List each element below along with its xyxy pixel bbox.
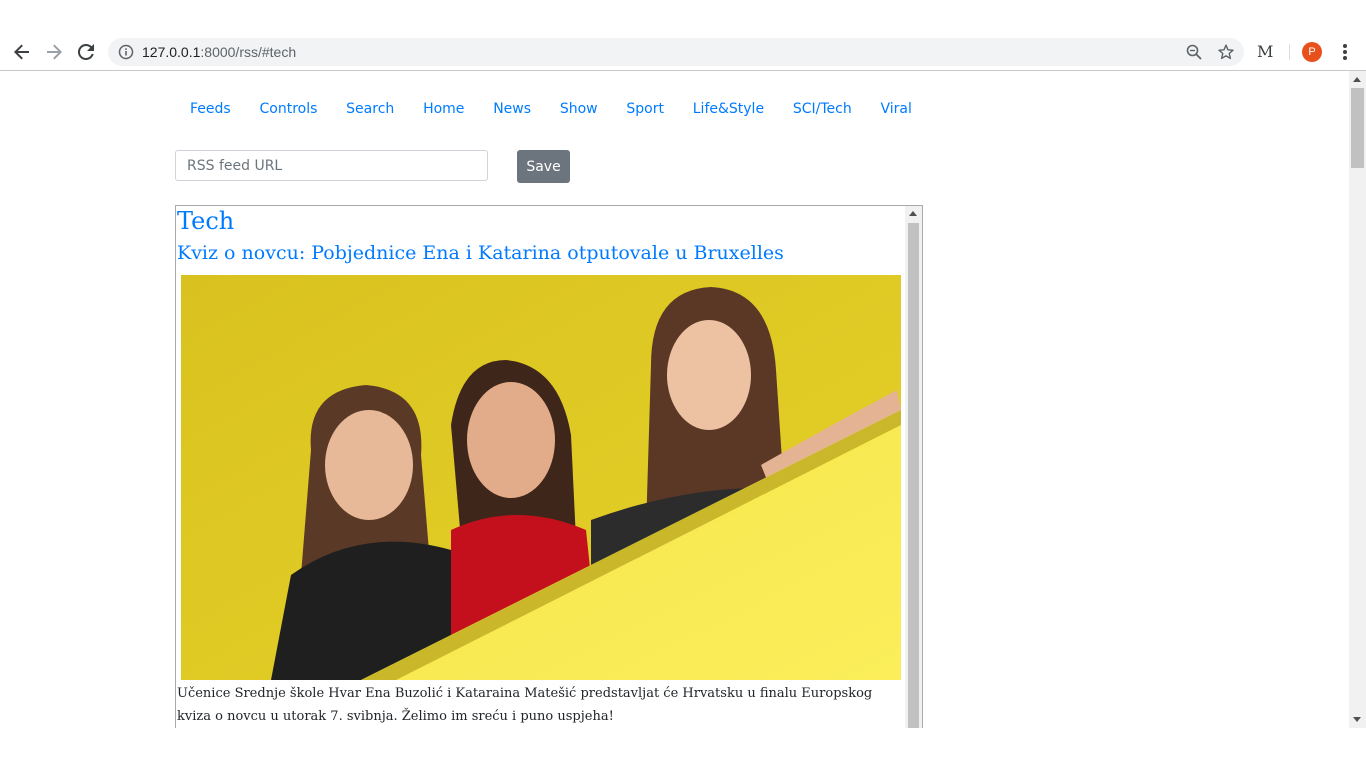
- profile-avatar[interactable]: P: [1302, 42, 1322, 62]
- feed-frame-scrollbar[interactable]: [905, 206, 922, 728]
- save-button[interactable]: Save: [517, 150, 570, 183]
- nav-link-sport[interactable]: Sport: [612, 93, 678, 129]
- browser-menu-icon[interactable]: [1335, 34, 1355, 70]
- scroll-down-icon[interactable]: [1353, 717, 1361, 722]
- category-nav: Feeds Controls Search Home News Show Spo…: [175, 93, 926, 129]
- frame-scroll-up-icon[interactable]: [909, 211, 917, 216]
- url-text[interactable]: 127.0.0.1:8000/rss/#tech: [142, 38, 296, 66]
- zoom-icon[interactable]: [1186, 44, 1202, 60]
- url-host: 127.0.0.1: [142, 44, 201, 60]
- forward-button[interactable]: [38, 34, 70, 70]
- nav-link-news[interactable]: News: [479, 93, 546, 129]
- page-content: Feeds Controls Search Home News Show Spo…: [0, 71, 1349, 728]
- browser-title-strip: [0, 0, 1366, 34]
- page-scrollbar-thumb[interactable]: [1351, 88, 1364, 168]
- bookmark-star-icon[interactable]: [1218, 44, 1234, 60]
- nav-link-lifestyle[interactable]: Life&Style: [678, 93, 778, 129]
- back-arrow-icon: [14, 44, 29, 60]
- info-icon[interactable]: [118, 44, 134, 60]
- nav-link-show[interactable]: Show: [545, 93, 612, 129]
- page-scrollbar[interactable]: [1349, 71, 1366, 728]
- scroll-up-icon[interactable]: [1353, 77, 1361, 82]
- nav-link-feeds[interactable]: Feeds: [175, 93, 245, 129]
- article-description: Učenice Srednje škole Hvar Ena Buzolić i…: [177, 686, 873, 724]
- url-path: :8000/rss/#tech: [200, 44, 297, 60]
- nav-link-scitech[interactable]: SCI/Tech: [778, 93, 866, 129]
- article-image[interactable]: [181, 275, 901, 680]
- feed-frame-scrollbar-thumb[interactable]: [908, 223, 919, 728]
- extension-icon[interactable]: M: [1257, 34, 1273, 70]
- section-title[interactable]: Tech: [177, 207, 234, 235]
- back-button[interactable]: [6, 34, 38, 70]
- feed-frame[interactable]: Tech Kviz o novcu: Pobjednice Ena i Kata…: [175, 205, 923, 728]
- nav-link-controls[interactable]: Controls: [245, 93, 332, 129]
- toolbar-separator: [1289, 44, 1290, 60]
- nav-link-home[interactable]: Home: [409, 93, 479, 129]
- rss-url-input[interactable]: [175, 150, 488, 181]
- address-bar[interactable]: 127.0.0.1:8000/rss/#tech: [108, 38, 1244, 66]
- article-title-link[interactable]: Kviz o novcu: Pobjednice Ena i Katarina …: [177, 242, 784, 264]
- reload-icon: [78, 44, 94, 60]
- browser-toolbar: 127.0.0.1:8000/rss/#tech M P: [0, 34, 1366, 71]
- forward-arrow-icon: [47, 44, 62, 60]
- reload-button[interactable]: [70, 34, 102, 70]
- article-photo: [181, 275, 901, 680]
- nav-link-search[interactable]: Search: [332, 93, 409, 129]
- nav-link-viral[interactable]: Viral: [866, 93, 926, 129]
